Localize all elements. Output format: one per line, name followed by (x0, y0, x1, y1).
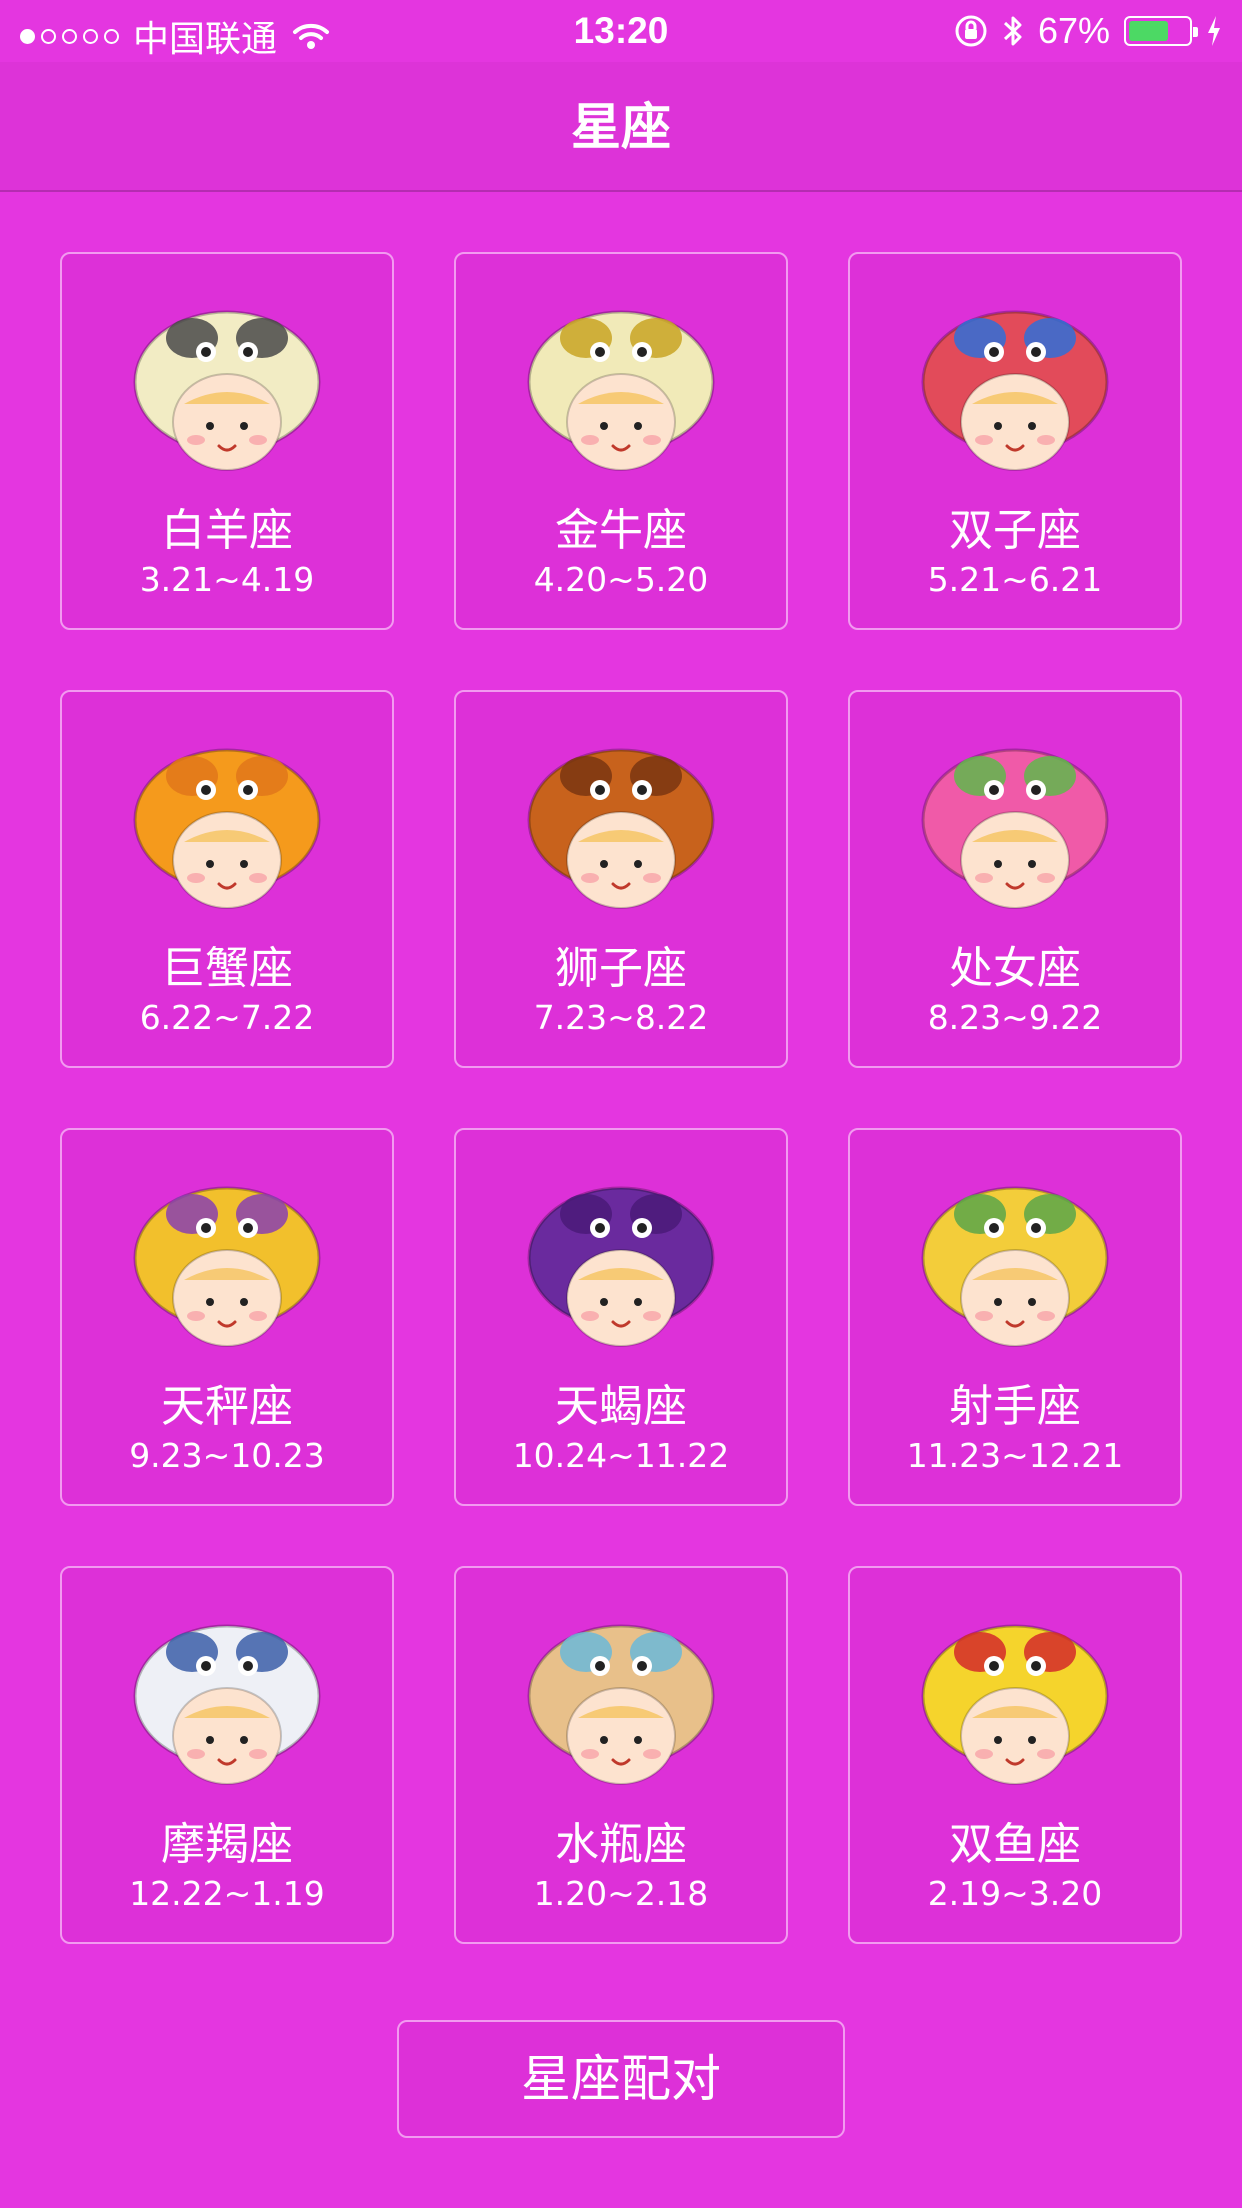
battery-level-fill (1129, 21, 1168, 41)
zodiac-date-range: 7.23~8.22 (533, 998, 709, 1037)
zodiac-card[interactable]: 水瓶座 1.20~2.18 (454, 1566, 788, 1944)
zodiac-card[interactable]: 双子座 5.21~6.21 (848, 252, 1182, 630)
zodiac-date-range: 5.21~6.21 (927, 560, 1103, 599)
zodiac-grid: 白羊座 3.21~4.19 金牛座 4.20~5.20 双子座 5.21~6.21 巨蟹座 6… (60, 252, 1182, 1944)
zodiac-name: 天秤座 (161, 1381, 293, 1432)
zodiac-name: 白羊座 (161, 505, 293, 556)
zodiac-name: 天蝎座 (555, 1381, 687, 1432)
zodiac-date-range: 12.22~1.19 (129, 1874, 325, 1913)
zodiac-card[interactable]: 狮子座 7.23~8.22 (454, 690, 788, 1068)
zodiac-card[interactable]: 射手座 11.23~12.21 (848, 1128, 1182, 1506)
zodiac-card[interactable]: 双鱼座 2.19~3.20 (848, 1566, 1182, 1944)
battery-percent: 67% (1037, 10, 1110, 51)
zodiac-name: 巨蟹座 (161, 943, 293, 994)
zodiac-date-range: 9.23~10.23 (129, 1436, 325, 1475)
aries-ram-avatar-icon (122, 294, 332, 484)
cancer-crab-avatar-icon (122, 732, 332, 922)
scorpio-scorpion-avatar-icon (516, 1170, 726, 1360)
zodiac-card[interactable]: 巨蟹座 6.22~7.22 (60, 690, 394, 1068)
zodiac-card[interactable]: 金牛座 4.20~5.20 (454, 252, 788, 630)
zodiac-name: 水瓶座 (555, 1819, 687, 1870)
zodiac-name: 处女座 (949, 943, 1081, 994)
zodiac-date-range: 6.22~7.22 (139, 998, 315, 1037)
zodiac-date-range: 4.20~5.20 (533, 560, 709, 599)
libra-scales-avatar-icon (122, 1170, 332, 1360)
zodiac-date-range: 10.24~11.22 (512, 1436, 730, 1475)
zodiac-name: 金牛座 (555, 505, 687, 556)
charging-bolt-icon (1208, 16, 1220, 46)
zodiac-date-range: 2.19~3.20 (927, 1874, 1103, 1913)
orientation-lock-icon (955, 15, 987, 47)
zodiac-card[interactable]: 天秤座 9.23~10.23 (60, 1128, 394, 1506)
capricorn-goat-avatar-icon (122, 1608, 332, 1798)
zodiac-card[interactable]: 摩羯座 12.22~1.19 (60, 1566, 394, 1944)
gemini-hat-avatar-icon (910, 294, 1120, 484)
zodiac-date-range: 11.23~12.21 (906, 1436, 1124, 1475)
zodiac-match-button[interactable]: 星座配对 (397, 2020, 845, 2138)
pisces-fish-avatar-icon (910, 1608, 1120, 1798)
taurus-bull-avatar-icon (516, 294, 726, 484)
zodiac-date-range: 3.21~4.19 (139, 560, 315, 599)
navigation-bar: 星座 (0, 62, 1242, 192)
page-title: 星座 (571, 98, 671, 156)
zodiac-card[interactable]: 白羊座 3.21~4.19 (60, 252, 394, 630)
zodiac-name: 狮子座 (555, 943, 687, 994)
status-bar: 中国联通 13:20 67% (0, 0, 1242, 62)
sagittarius-helmet-avatar-icon (910, 1170, 1120, 1360)
virgo-maiden-avatar-icon (910, 732, 1120, 922)
zodiac-date-range: 8.23~9.22 (927, 998, 1103, 1037)
bluetooth-icon (1003, 16, 1022, 46)
zodiac-name: 摩羯座 (161, 1819, 293, 1870)
zodiac-name: 双鱼座 (949, 1819, 1081, 1870)
zodiac-name: 双子座 (949, 505, 1081, 556)
battery-icon (1124, 16, 1198, 46)
aquarius-jar-avatar-icon (516, 1608, 726, 1798)
zodiac-date-range: 1.20~2.18 (533, 1874, 709, 1913)
zodiac-card[interactable]: 处女座 8.23~9.22 (848, 690, 1182, 1068)
status-right: 67% (954, 10, 1222, 52)
leo-lion-avatar-icon (516, 732, 726, 922)
zodiac-card[interactable]: 天蝎座 10.24~11.22 (454, 1128, 788, 1506)
zodiac-name: 射手座 (949, 1381, 1081, 1432)
